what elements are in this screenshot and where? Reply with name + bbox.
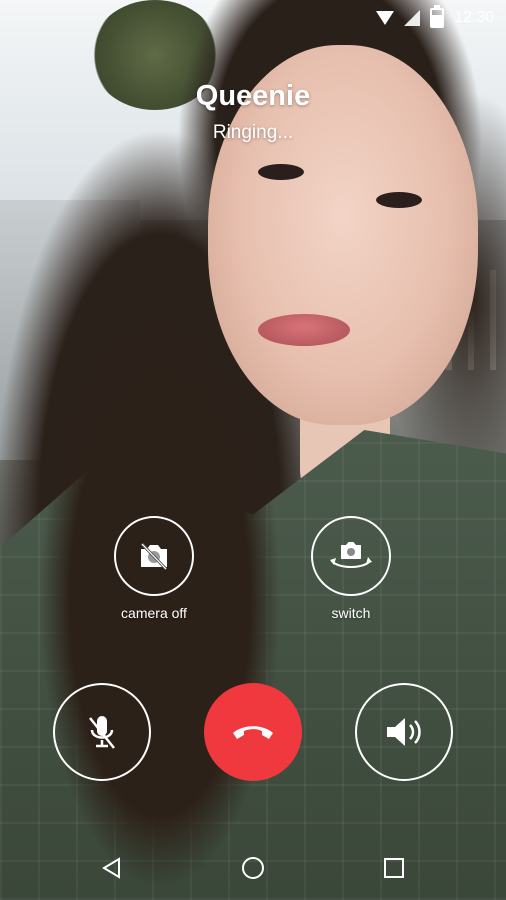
status-icons: 12:30 (375, 5, 494, 28)
status-bar: 12:30 (0, 0, 506, 34)
mute-button[interactable] (53, 683, 151, 781)
recents-button[interactable] (372, 846, 416, 890)
switch-label: switch (331, 605, 371, 621)
recents-icon (384, 858, 404, 878)
switch-camera-icon (330, 542, 372, 568)
end-call-button[interactable] (204, 683, 302, 781)
caller-name: Queenie (195, 80, 311, 112)
mute-mic-icon (89, 716, 115, 749)
camera-off-icon (140, 542, 168, 571)
camera-off-button[interactable] (114, 516, 194, 596)
back-icon (102, 857, 120, 879)
switch-camera-button[interactable] (311, 516, 391, 596)
camera-off-label: camera off (121, 605, 187, 621)
back-button[interactable] (90, 846, 134, 890)
speaker-icon (387, 718, 421, 746)
status-time: 12:30 (453, 9, 494, 26)
end-call-icon (233, 726, 273, 739)
call-status: Ringing... (212, 122, 294, 143)
speaker-button[interactable] (355, 683, 453, 781)
battery-icon (429, 5, 444, 28)
video-person-eye-left (258, 164, 304, 180)
wifi-icon (375, 11, 394, 25)
home-icon (242, 857, 264, 879)
home-button[interactable] (231, 846, 275, 890)
video-person-eye-right (376, 192, 422, 208)
navigation-bar (0, 834, 506, 900)
signal-icon (403, 10, 420, 26)
video-call-screen: 12:30 Queenie Ringing... camera off swit… (0, 0, 506, 900)
